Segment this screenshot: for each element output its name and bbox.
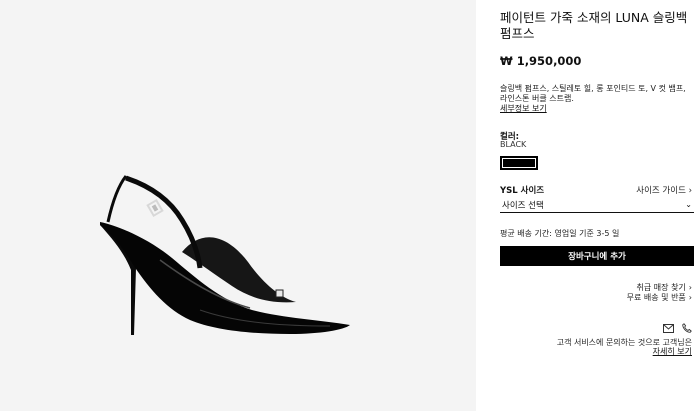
chevron-down-icon: ⌄ xyxy=(685,200,692,209)
size-guide-link[interactable]: 사이즈 가이드 › xyxy=(636,184,692,196)
chevron-right-icon: › xyxy=(688,293,692,302)
product-description: 슬링백 펌프스, 스틸레토 힐, 롱 포인티드 토, V 컷 뱀프, 라인스톤 … xyxy=(500,84,694,114)
size-label: YSL 사이즈 xyxy=(500,186,545,196)
add-to-cart-button[interactable]: 장바구니에 추가 xyxy=(500,246,694,266)
delivery-info: 평균 배송 기간: 영업일 기준 3-5 일 xyxy=(500,229,620,238)
size-select-value: 사이즈 선택 xyxy=(502,200,544,211)
size-guide-label: 사이즈 가이드 xyxy=(636,186,686,196)
chevron-right-icon: › xyxy=(688,283,692,292)
product-image-area xyxy=(0,0,476,411)
shipping-returns-label: 무료 배송 및 반품 xyxy=(626,293,686,302)
chevron-right-icon: › xyxy=(688,186,692,196)
size-select[interactable]: 사이즈 선택 ⌄ xyxy=(500,197,694,213)
description-text: 슬링백 펌프스, 스틸레토 힐, 롱 포인티드 토, V 컷 뱀프, 라인스톤 … xyxy=(500,84,686,103)
product-title: 페이턴트 가죽 소재의 LUNA 슬링백 펌프스 xyxy=(500,10,688,41)
phone-icon[interactable] xyxy=(682,318,692,337)
product-image[interactable] xyxy=(0,0,476,411)
color-swatch-black[interactable] xyxy=(500,156,538,170)
color-value: BLACK xyxy=(500,140,527,149)
contact-icons xyxy=(663,318,692,337)
product-info-panel: 페이턴트 가죽 소재의 LUNA 슬링백 펌프스 ₩ 1,950,000 슬링백… xyxy=(500,0,694,411)
shipping-returns-link[interactable]: 무료 배송 및 반품 › xyxy=(627,292,692,303)
mail-icon[interactable] xyxy=(663,318,674,337)
customer-service-more-link[interactable]: 자세히 보기 xyxy=(653,346,692,357)
details-link[interactable]: 세부정보 보기 xyxy=(500,104,547,114)
product-price: ₩ 1,950,000 xyxy=(500,54,582,68)
